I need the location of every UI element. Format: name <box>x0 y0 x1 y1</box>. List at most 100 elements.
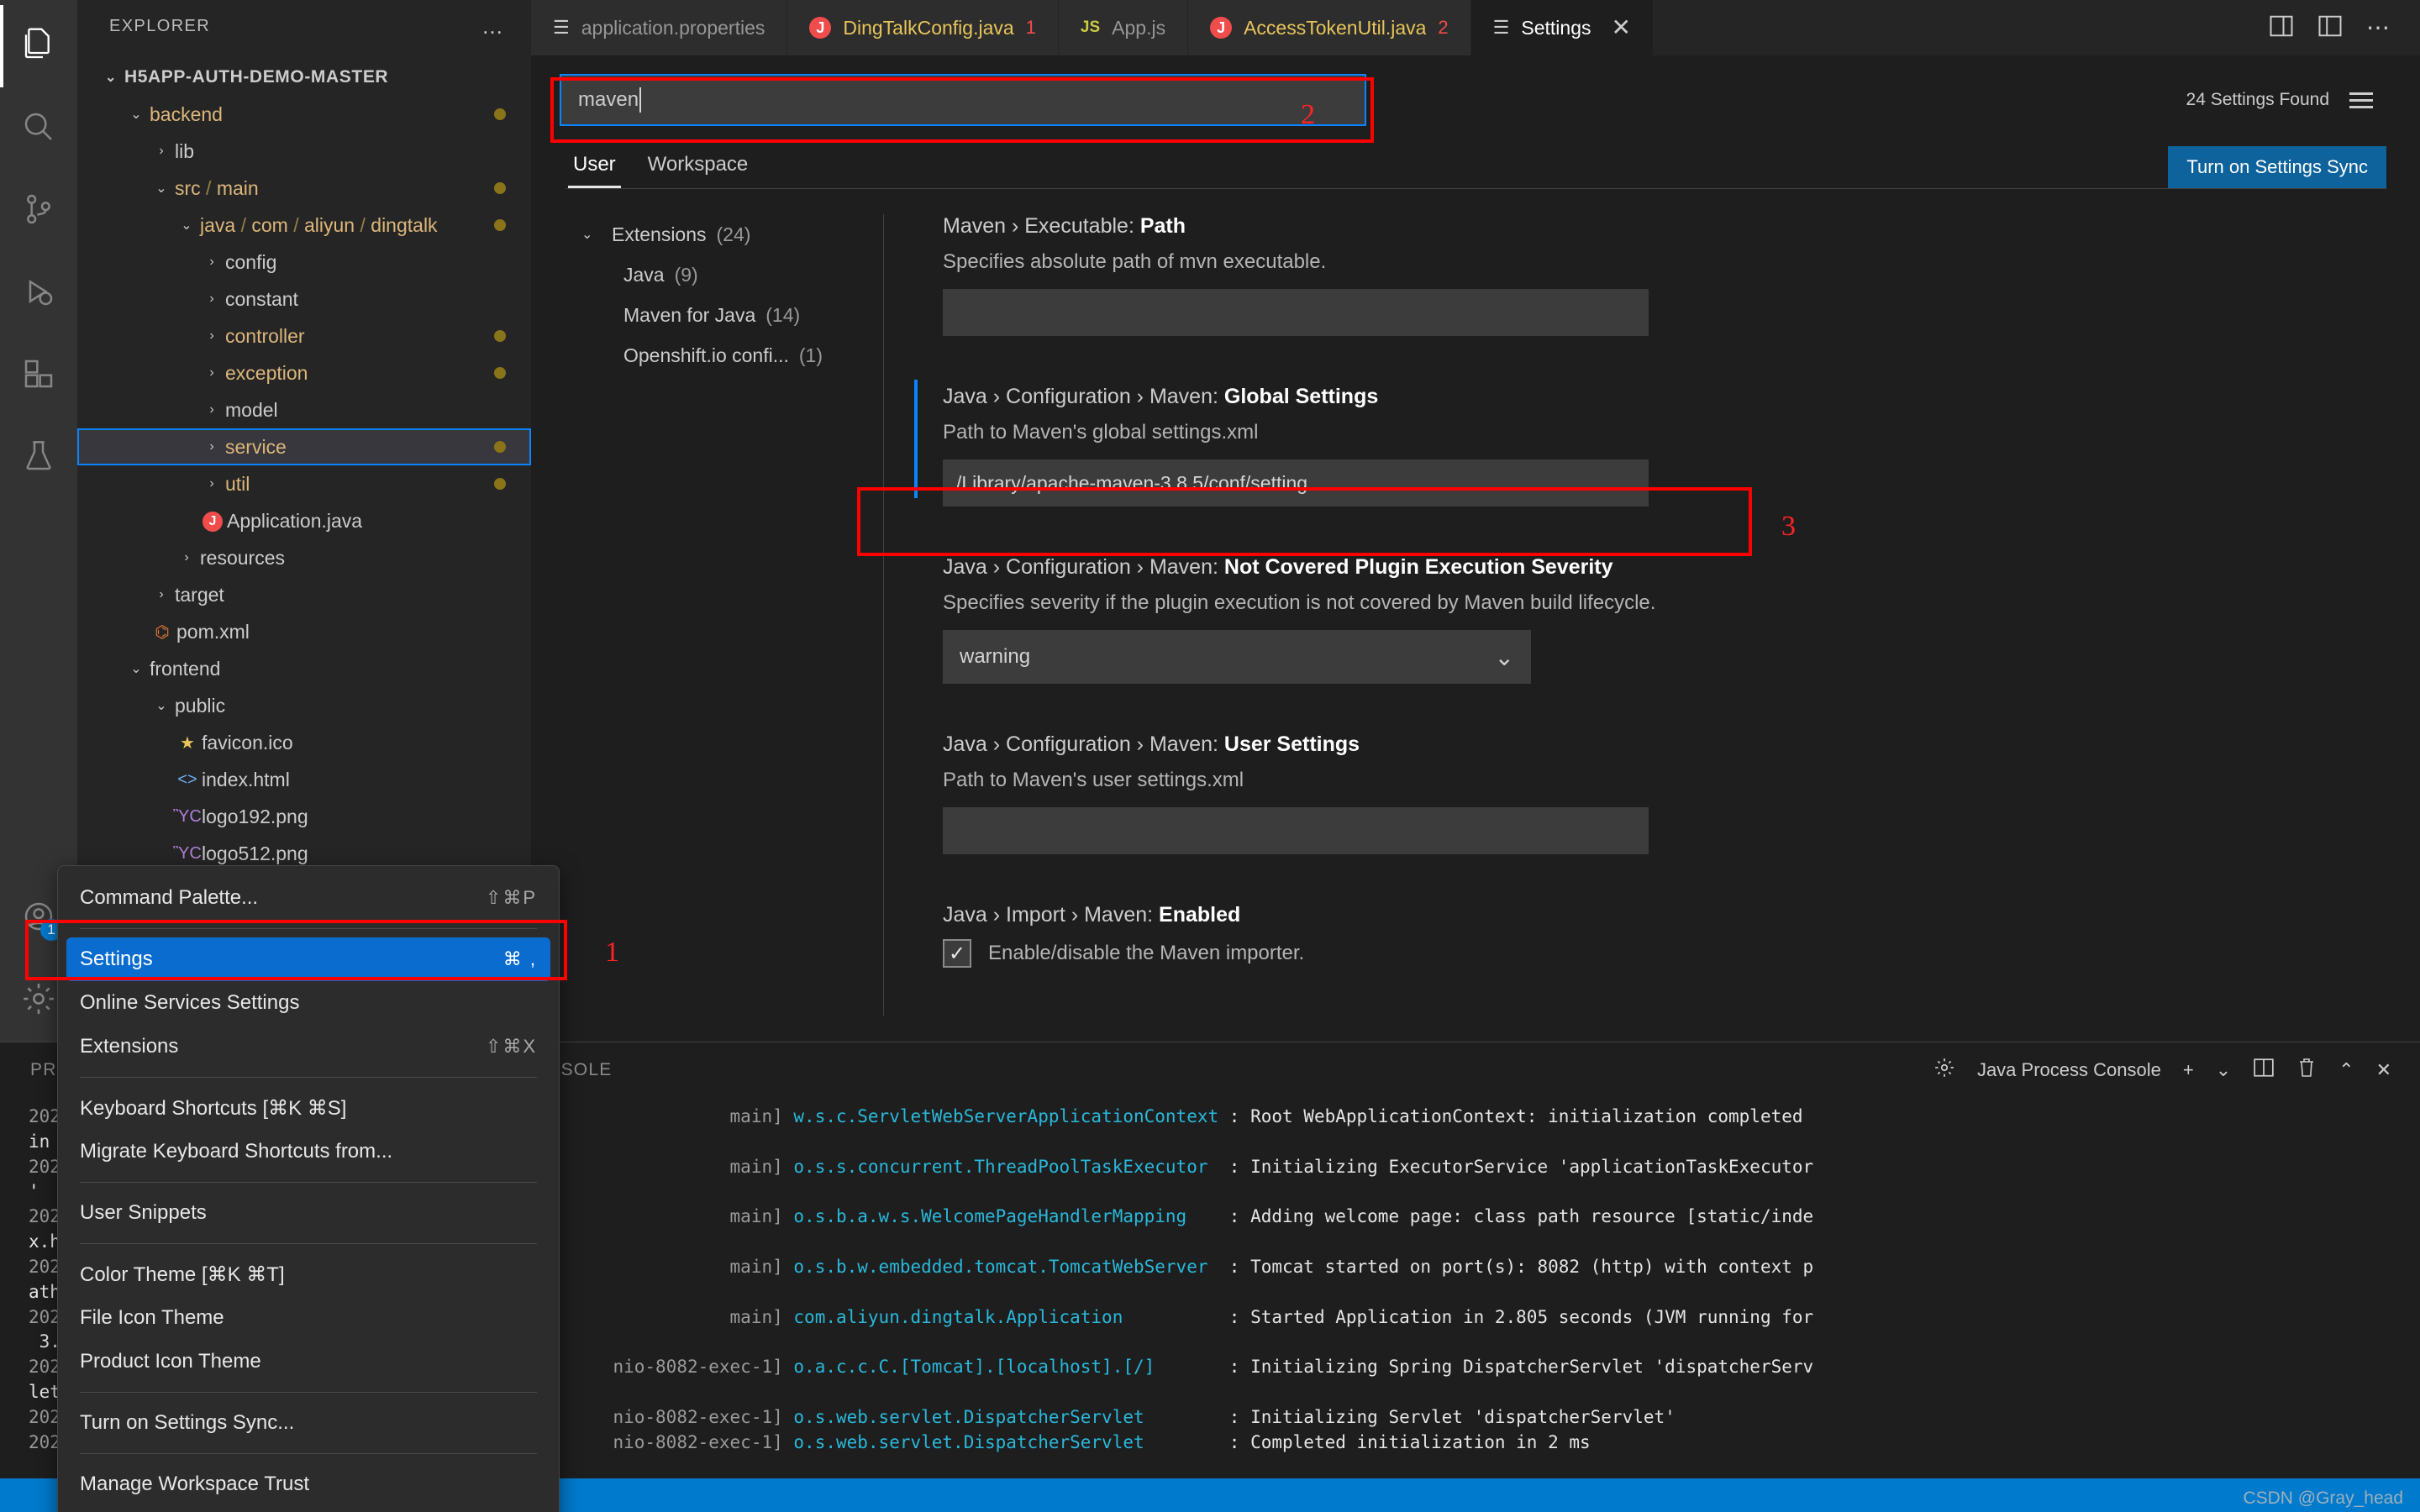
menu-item-color-theme-k-t[interactable]: Color Theme [⌘K ⌘T] <box>58 1252 559 1296</box>
toc-item-extensions[interactable]: ⌄ Extensions (24) <box>581 214 883 255</box>
editor-tab-settings[interactable]: ☰ Settings ✕ <box>1470 0 1654 55</box>
menu-item-extensions[interactable]: Extensions ⇧⌘X <box>58 1025 559 1068</box>
tree-file-item[interactable]: ⌬ pom.xml <box>77 613 531 650</box>
setting-checkbox[interactable]: ✓ <box>943 939 971 968</box>
setting-title: Java › Import › Maven: Enabled <box>943 903 1241 927</box>
menu-item-product-icon-theme[interactable]: Product Icon Theme <box>58 1340 559 1383</box>
new-terminal-icon[interactable]: + <box>2183 1059 2194 1081</box>
activity-item-testing[interactable] <box>0 417 77 499</box>
editor-tab-label: DingTalkConfig.java <box>843 16 1014 39</box>
modified-dot-icon <box>494 367 506 379</box>
editor-tab-accesstokenutil-java[interactable]: J AccessTokenUtil.java 2 <box>1188 0 1471 55</box>
tree-item-label: logo512.png <box>202 842 308 864</box>
terminal-dropdown-icon[interactable]: ⌄ <box>2216 1059 2231 1081</box>
toc-item-label: Maven for Java <box>623 303 756 326</box>
annotation-number: 3 <box>1781 511 1796 542</box>
tree-folder-item[interactable]: › config <box>77 244 531 281</box>
tree-folder-item[interactable]: ⌄ H5APP-AUTH-DEMO-MASTER <box>77 59 531 96</box>
editor-tab-error-count: 1 <box>1025 17 1036 38</box>
tree-file-item[interactable]: ὛC logo192.png <box>77 798 531 835</box>
menu-item-file-icon-theme[interactable]: File Icon Theme <box>58 1296 559 1340</box>
tree-folder-item[interactable]: ⌄ backend <box>77 96 531 133</box>
setting-description: Specifies absolute path of mvn executabl… <box>943 250 1327 273</box>
tree-folder-item[interactable]: ⌄ java / com / aliyun / dingtalk <box>77 207 531 244</box>
tree-folder-item[interactable]: › target <box>77 576 531 613</box>
menu-item-migrate-keyboard-shortcuts-from[interactable]: Migrate Keyboard Shortcuts from... <box>58 1130 559 1173</box>
setting-select[interactable]: warning ⌄ <box>943 630 1531 684</box>
chevron-down-icon: ⌄ <box>181 218 192 233</box>
activity-item-explorer[interactable] <box>0 5 77 87</box>
modified-dot-icon <box>494 182 506 194</box>
menu-item-label: Online Services Settings <box>80 991 300 1014</box>
tree-folder-item[interactable]: › controller <box>77 318 531 354</box>
menu-item-turn-on-settings-sync[interactable]: Turn on Settings Sync... <box>58 1401 559 1445</box>
menu-item-settings[interactable]: Settings ⌘ , <box>66 937 550 981</box>
editor-tab-application-properties[interactable]: ☰ application.properties <box>531 0 788 55</box>
tree-folder-item[interactable]: › model <box>77 391 531 428</box>
tree-item-label: public <box>175 694 226 717</box>
sidebar-more-actions-icon[interactable]: … <box>481 15 506 37</box>
activity-item-source-control[interactable] <box>0 170 77 252</box>
close-icon[interactable]: ✕ <box>1612 16 1631 39</box>
split-editor-right-icon[interactable] <box>2269 14 2294 42</box>
menu-item-keyboard-shortcuts-k-s[interactable]: Keyboard Shortcuts [⌘K ⌘S] <box>58 1086 559 1130</box>
tree-item-label: pom.xml <box>176 620 250 643</box>
toc-item-openshift-io-confi-[interactable]: Openshift.io confi... (1) <box>581 335 883 375</box>
tree-item-label: index.html <box>202 768 290 790</box>
setting-item: Java › Import › Maven: Enabled ✓ Enable/di… <box>943 903 2378 968</box>
menu-item-label: Turn on Settings Sync... <box>80 1411 295 1434</box>
menu-item-user-snippets[interactable]: User Snippets <box>58 1191 559 1235</box>
tree-file-item[interactable]: <> index.html <box>77 761 531 798</box>
turn-on-settings-sync-button[interactable]: Turn on Settings Sync <box>2168 146 2386 188</box>
menu-item-online-services-settings[interactable]: Online Services Settings <box>58 981 559 1025</box>
vscode-window: 1 EXPLORER … ⌄ H5APP-AUTH-DEMO-MASTER ⌄ bac… <box>0 0 2420 1512</box>
tree-folder-item[interactable]: › service <box>77 428 531 465</box>
java-process-console-icon <box>1933 1057 1955 1084</box>
tree-folder-item[interactable]: › lib <box>77 133 531 170</box>
settings-search-input[interactable]: maven <box>560 74 1366 126</box>
activity-item-extensions[interactable] <box>0 334 77 417</box>
toc-item-maven-for-java[interactable]: Maven for Java (14) <box>581 295 883 335</box>
tree-file-item[interactable]: ★ favicon.ico <box>77 724 531 761</box>
tree-folder-item[interactable]: › resources <box>77 539 531 576</box>
tree-item-label: src / main <box>175 176 259 199</box>
setting-item: Java › Configuration › Maven: Not Covere… <box>943 555 2378 684</box>
toc-item-label: Openshift.io confi... <box>623 344 789 366</box>
setting-input-value: /Library/apache-maven-3.8.5/conf/setting <box>956 471 1308 494</box>
close-panel-icon[interactable]: ✕ <box>2376 1059 2391 1081</box>
activity-item-run-and-debug[interactable] <box>0 252 77 334</box>
editor-tab-app-js[interactable]: JS App.js <box>1058 0 1189 55</box>
filter-icon[interactable] <box>2349 92 2373 108</box>
maximize-panel-icon[interactable]: ⌃ <box>2338 1059 2354 1081</box>
tab-workspace[interactable]: Workspace <box>634 148 762 188</box>
kill-terminal-icon[interactable] <box>2296 1057 2317 1084</box>
menu-item-manage-workspace-trust[interactable]: Manage Workspace Trust <box>58 1462 559 1506</box>
activity-item-search[interactable] <box>0 87 77 170</box>
tree-file-item[interactable]: J Application.java <box>77 502 531 539</box>
toc-item-count: (1) <box>798 344 823 366</box>
terminal-selector-label[interactable]: Java Process Console <box>1977 1059 2161 1081</box>
toc-item-java[interactable]: Java (9) <box>581 255 883 295</box>
tree-folder-item[interactable]: › constant <box>77 281 531 318</box>
editor-tab-dingtalkconfig-java[interactable]: J DingTalkConfig.java 1 <box>787 0 1059 55</box>
setting-text-input[interactable] <box>943 289 1649 336</box>
more-actions-icon[interactable]: ⋯ <box>2366 16 2391 39</box>
tree-folder-item[interactable]: › exception <box>77 354 531 391</box>
chevron-right-icon: › <box>209 255 214 269</box>
tree-folder-item[interactable]: ⌄ frontend <box>77 650 531 687</box>
menu-item-command-palette[interactable]: Command Palette... ⇧⌘P <box>58 876 559 920</box>
setting-text-input[interactable]: /Library/apache-maven-3.8.5/conf/setting <box>943 459 1649 507</box>
setting-text-input[interactable] <box>943 807 1649 854</box>
tree-folder-item[interactable]: ⌄ public <box>77 687 531 724</box>
toc-item-count: (9) <box>674 263 698 286</box>
tree-folder-item[interactable]: ⌄ src / main <box>77 170 531 207</box>
toggle-layout-icon[interactable] <box>2317 14 2343 42</box>
gear-icon <box>21 981 56 1021</box>
settings-results-count: 24 Settings Found <box>2186 90 2329 109</box>
tree-folder-item[interactable]: › util <box>77 465 531 502</box>
watermark: CSDN @Gray_head <box>2243 1488 2403 1508</box>
xml-file-icon: ⌬ <box>155 622 170 642</box>
chevron-right-icon: › <box>159 144 164 158</box>
split-terminal-icon[interactable] <box>2253 1058 2275 1083</box>
tab-user[interactable]: User <box>560 148 629 188</box>
